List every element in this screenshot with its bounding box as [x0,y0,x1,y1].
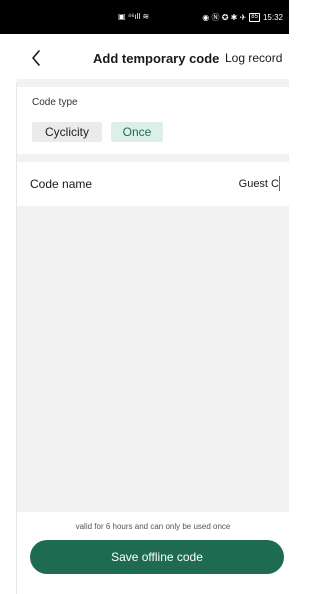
log-record-link[interactable]: Log record [225,51,282,65]
signal-icon: ▣ ⁴⁶ıll ≋ [118,12,150,21]
content-area [17,206,289,512]
code-type-label: Code type [32,97,78,108]
code-type-option-once[interactable]: Once [111,122,163,142]
clock: 15:32 [262,12,283,22]
text-cursor [279,176,280,191]
code-name-row: Code name [17,162,289,206]
status-indicators-icon: ◉ Ⓝ ✪ ✱ ✈ [202,12,247,22]
save-offline-code-button[interactable]: Save offline code [30,540,284,574]
status-left-icons: ▣ ⁴⁶ıll ≋ [118,13,149,21]
code-type-option-cyclicity[interactable]: Cyclicity [32,122,102,142]
code-name-input[interactable] [189,175,279,193]
code-name-label: Code name [30,177,93,191]
validity-hint: valid for 6 hours and can only be used o… [75,522,231,531]
bottom-panel: valid for 6 hours and can only be used o… [17,512,289,594]
back-button[interactable] [26,46,46,70]
left-margin [0,34,17,594]
section-divider [17,79,289,87]
status-right-icons: ◉ Ⓝ ✪ ✱ ✈ 85 15:32 [202,13,283,22]
chevron-left-icon [32,50,40,66]
battery-icon: 85 [249,13,260,22]
app-header: Add temporary code Log record [0,34,289,82]
code-type-section: Code type Cyclicity Once [17,87,289,154]
page-title: Add temporary code [93,51,220,66]
section-divider [17,154,289,162]
status-bar: ▣ ⁴⁶ıll ≋ ◉ Ⓝ ✪ ✱ ✈ 85 15:32 [0,0,289,34]
